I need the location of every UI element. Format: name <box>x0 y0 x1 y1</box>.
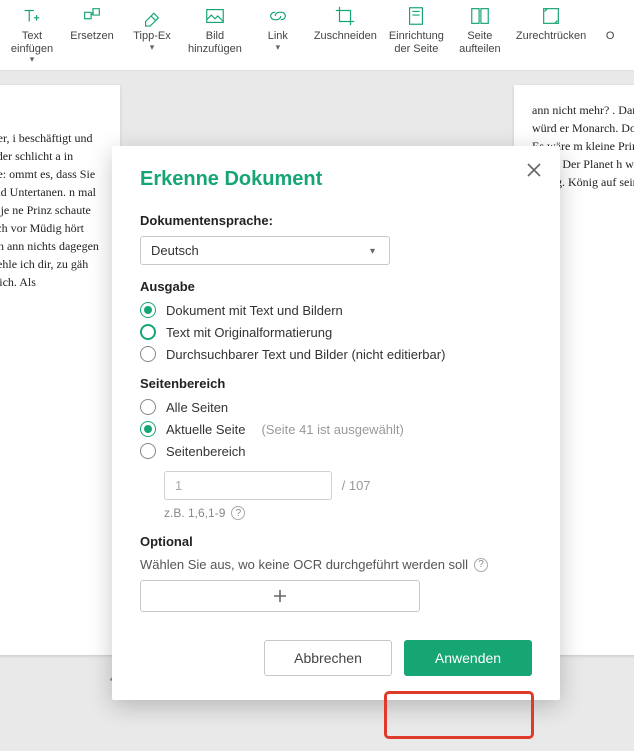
optional-label: Optional <box>140 534 532 549</box>
replace-icon <box>80 4 104 28</box>
ribbon-label: Bild <box>206 30 224 43</box>
pagerange-input[interactable] <box>164 471 332 500</box>
dialog-title: Erkenne Dokument <box>140 168 532 191</box>
overflow-icon <box>598 4 622 28</box>
ribbon-label: hinzufügen <box>188 43 242 56</box>
text-insert-icon <box>20 4 44 28</box>
cancel-button[interactable]: Abbrechen <box>264 640 392 676</box>
ribbon-label: Ersetzen <box>70 30 113 43</box>
output-label: Ausgabe <box>140 279 532 294</box>
page-title: X <box>0 101 102 121</box>
radio-label: Text mit Originalformatierung <box>166 325 332 340</box>
ribbon-deskew[interactable]: Zurechtrücken <box>512 2 590 64</box>
radio-icon <box>140 443 156 459</box>
add-exclusion-button[interactable] <box>140 580 420 612</box>
ribbon-overflow[interactable]: O <box>594 2 626 64</box>
optional-desc: Wählen Sie aus, wo keine OCR durchgeführ… <box>140 557 468 572</box>
radio-label: Seitenbereich <box>166 444 246 459</box>
ribbon-label: Zurechtrücken <box>516 30 586 43</box>
crop-icon <box>333 4 357 28</box>
chevron-down-icon: ▾ <box>276 43 281 52</box>
ribbon-crop[interactable]: Zuschneiden <box>310 2 381 64</box>
output-option-searchable[interactable]: Durchsuchbarer Text und Bilder (nicht ed… <box>140 346 532 362</box>
split-icon <box>468 4 492 28</box>
language-select[interactable]: Deutsch <box>140 236 390 265</box>
output-option-textfmt[interactable]: Text mit Originalformatierung <box>140 324 532 340</box>
pagerange-label: Seitenbereich <box>140 376 532 391</box>
ribbon-label: Einrichtung <box>389 30 444 43</box>
page-body: d sich in der Gegend 330. So begann er, … <box>0 129 102 291</box>
ribbon-toolbar: Text einfügen ▾ Ersetzen Tipp-Ex ▾ Bild … <box>0 0 634 71</box>
apply-button[interactable]: Anwenden <box>404 640 532 676</box>
eraser-icon <box>140 4 164 28</box>
ribbon-label: Seite <box>467 30 492 43</box>
radio-icon <box>140 399 156 415</box>
chevron-down-icon: ▾ <box>30 55 35 64</box>
close-button[interactable] <box>524 160 544 180</box>
pagerange-total: / 107 <box>342 478 371 493</box>
ribbon-tippex[interactable]: Tipp-Ex ▾ <box>124 2 180 64</box>
pagerange-current[interactable]: Aktuelle Seite (Seite 41 ist ausgewählt) <box>140 421 532 437</box>
output-option-doc[interactable]: Dokument mit Text und Bildern <box>140 302 532 318</box>
radio-label: Aktuelle Seite <box>166 422 246 437</box>
ribbon-page-setup[interactable]: Einrichtung der Seite <box>385 2 448 64</box>
ribbon-label: Link <box>268 30 288 43</box>
annotation-highlight <box>384 691 534 739</box>
ribbon-text-insert[interactable]: Text einfügen ▾ <box>4 2 60 64</box>
radio-icon <box>140 302 156 318</box>
ribbon-link[interactable]: Link ▾ <box>250 2 306 64</box>
page-left: X d sich in der Gegend 330. So begann er… <box>0 85 120 655</box>
page-setup-icon <box>404 4 428 28</box>
deskew-icon <box>539 4 563 28</box>
ribbon-label: Tipp-Ex <box>133 30 171 43</box>
link-icon <box>266 4 290 28</box>
radio-icon <box>140 421 156 437</box>
pagerange-all[interactable]: Alle Seiten <box>140 399 532 415</box>
help-icon[interactable]: ? <box>231 506 245 520</box>
help-icon[interactable]: ? <box>474 558 488 572</box>
document-area: X d sich in der Gegend 330. So begann er… <box>0 71 634 751</box>
radio-label: Alle Seiten <box>166 400 228 415</box>
ribbon-label: O <box>606 30 615 43</box>
ribbon-split-page[interactable]: Seite aufteilen <box>452 2 508 64</box>
recognize-document-dialog: Erkenne Dokument Dokumentensprache: Deut… <box>112 146 560 700</box>
chevron-down-icon: ▾ <box>150 43 155 52</box>
language-label: Dokumentensprache: <box>140 213 532 228</box>
ribbon-replace[interactable]: Ersetzen <box>64 2 120 64</box>
ribbon-label: Text <box>22 30 42 43</box>
radio-icon <box>140 324 156 340</box>
image-icon <box>203 4 227 28</box>
pagerange-example: z.B. 1,6,1-9 <box>164 506 225 520</box>
ribbon-label: der Seite <box>394 43 438 56</box>
ribbon-add-image[interactable]: Bild hinzufügen <box>184 2 246 64</box>
radio-label: Dokument mit Text und Bildern <box>166 303 343 318</box>
ribbon-label: Zuschneiden <box>314 30 377 43</box>
ribbon-label: aufteilen <box>459 43 501 56</box>
pagerange-current-hint: (Seite 41 ist ausgewählt) <box>262 422 404 437</box>
radio-icon <box>140 346 156 362</box>
radio-label: Durchsuchbarer Text und Bilder (nicht ed… <box>166 347 445 362</box>
pagerange-range[interactable]: Seitenbereich <box>140 443 532 459</box>
